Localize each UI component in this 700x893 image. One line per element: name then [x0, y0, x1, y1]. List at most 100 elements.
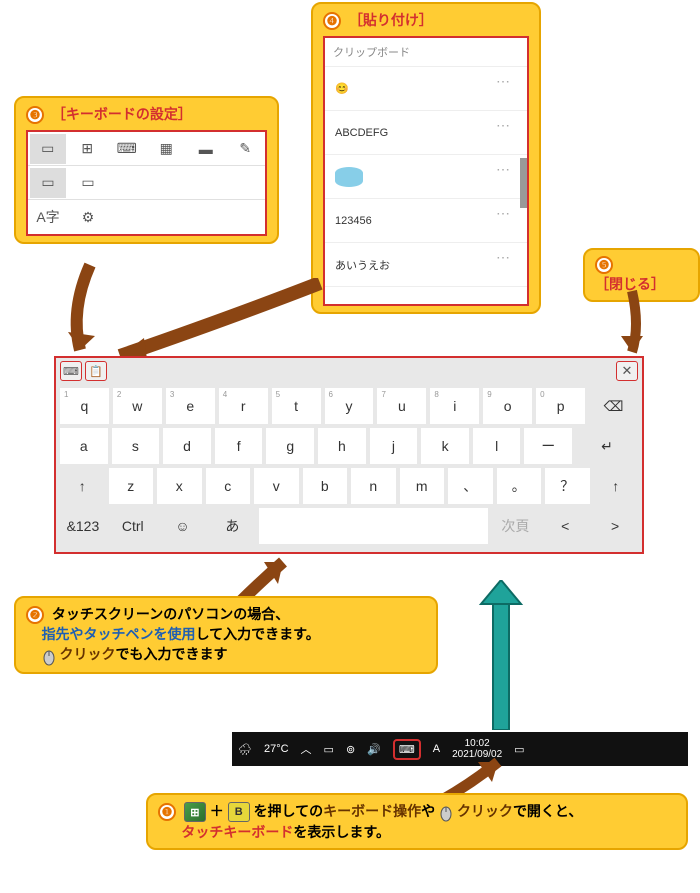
scrollbar[interactable]: [520, 158, 527, 208]
b-key-icon: B: [228, 802, 250, 822]
key-left[interactable]: <: [542, 508, 588, 544]
item-menu-icon[interactable]: ⋯: [496, 117, 511, 134]
key-u[interactable]: 7u: [377, 388, 426, 424]
clipboard-header: クリップボード: [325, 38, 527, 67]
key-m[interactable]: m: [400, 468, 445, 504]
clipboard-item[interactable]: ABCDEFG⋯: [325, 111, 527, 155]
key-shift[interactable]: ↑: [60, 468, 105, 504]
clipboard-item[interactable]: ⋯: [325, 155, 527, 199]
key-ー[interactable]: ー: [524, 428, 572, 464]
key-p[interactable]: 0p: [536, 388, 585, 424]
co2-click: クリック: [59, 646, 115, 662]
co1-t4: クリック: [457, 803, 513, 819]
co1-t3: や: [421, 803, 435, 819]
key-enter[interactable]: ↵: [576, 428, 638, 464]
key-j[interactable]: j: [370, 428, 418, 464]
touch-keyboard-taskbar-button[interactable]: ⌨: [387, 732, 427, 766]
key-kana[interactable]: あ: [209, 508, 255, 544]
key-v[interactable]: v: [254, 468, 299, 504]
callout-3-label: ［キーボードの設定］: [52, 106, 192, 122]
callout-paste: ❹ ［貼り付け］ クリップボード 😊⋯ ABCDEFG⋯ ⋯ 123456⋯ あ…: [311, 2, 541, 314]
dock-option-1[interactable]: ▭: [30, 168, 66, 198]
key-d[interactable]: d: [163, 428, 211, 464]
layout-option-2[interactable]: ⊞: [70, 134, 106, 164]
font-option[interactable]: A字: [30, 202, 66, 232]
key-t[interactable]: 5t: [272, 388, 321, 424]
co2-line1: タッチスクリーンのパソコンの場合、: [52, 606, 289, 622]
taskbar-temperature[interactable]: 27°C: [258, 732, 295, 766]
co1-t2: キーボード操作: [323, 803, 421, 819]
wifi-icon[interactable]: ⊚: [340, 732, 361, 766]
clipboard-item[interactable]: あいうえお⋯: [325, 243, 527, 287]
key-。[interactable]: 。: [497, 468, 542, 504]
key-q[interactable]: 1q: [60, 388, 109, 424]
badge-2: ❷: [26, 606, 44, 624]
key-h[interactable]: h: [318, 428, 366, 464]
clipboard-button[interactable]: 📋: [85, 361, 107, 381]
dock-option-2[interactable]: ▭: [70, 168, 106, 198]
co1-t6: タッチキーボード: [181, 824, 293, 840]
co1-t5: で開くと、: [513, 803, 582, 819]
key-e[interactable]: 3e: [166, 388, 215, 424]
key-c[interactable]: c: [206, 468, 251, 504]
key-emoji[interactable]: ☺: [160, 508, 206, 544]
key-i[interactable]: 8i: [430, 388, 479, 424]
layout-option-3[interactable]: ⌨: [109, 134, 145, 164]
badge-1: ❶: [158, 803, 176, 821]
key-w[interactable]: 2w: [113, 388, 162, 424]
arrow-5-to-close: [612, 286, 652, 362]
key-ctrl[interactable]: Ctrl: [110, 508, 156, 544]
item-menu-icon[interactable]: ⋯: [496, 205, 511, 222]
key-right[interactable]: >: [592, 508, 638, 544]
item-menu-icon[interactable]: ⋯: [496, 161, 511, 178]
badge-5: ❺: [595, 256, 613, 274]
mouse-icon: [42, 646, 56, 666]
key-g[interactable]: g: [266, 428, 314, 464]
key-y[interactable]: 6y: [325, 388, 374, 424]
key-b[interactable]: b: [303, 468, 348, 504]
key-l[interactable]: l: [473, 428, 521, 464]
battery-icon[interactable]: ▭: [318, 732, 340, 766]
layout-option-5[interactable]: ▬: [188, 134, 224, 164]
key-r[interactable]: 4r: [219, 388, 268, 424]
key-o[interactable]: 9o: [483, 388, 532, 424]
volume-icon[interactable]: 🔊: [361, 732, 387, 766]
weather-icon[interactable]: 🌧: [232, 732, 258, 766]
co2-line2-rest: して入力できます。: [196, 626, 320, 642]
key-z[interactable]: z: [109, 468, 154, 504]
badge-4: ❹: [323, 12, 341, 30]
clipboard-panel: クリップボード 😊⋯ ABCDEFG⋯ ⋯ 123456⋯ あいうえお⋯: [323, 36, 529, 306]
key-k[interactable]: k: [421, 428, 469, 464]
arrow-taskbar-to-kb: [476, 580, 526, 730]
key-x[interactable]: x: [157, 468, 202, 504]
key-next-page[interactable]: 次頁: [492, 508, 538, 544]
clipboard-item[interactable]: 😊⋯: [325, 67, 527, 111]
key-shift-right[interactable]: ↑: [594, 468, 639, 504]
clipboard-item[interactable]: 123456⋯: [325, 199, 527, 243]
co1-t7: を表示します。: [293, 824, 390, 840]
key-space[interactable]: [259, 508, 488, 544]
co2-highlight: 指先やタッチペンを使用: [42, 626, 196, 642]
key-f[interactable]: f: [215, 428, 263, 464]
key-backspace[interactable]: ⌫: [589, 388, 638, 424]
key-s[interactable]: s: [112, 428, 160, 464]
key-a[interactable]: a: [60, 428, 108, 464]
tray-chevron-icon[interactable]: ︿: [295, 732, 318, 766]
key-、[interactable]: 、: [448, 468, 493, 504]
layout-option-6[interactable]: ✎: [228, 134, 264, 164]
callout-4-label: ［貼り付け］: [349, 12, 433, 28]
co1-t1: を押しての: [254, 803, 324, 819]
key-symbols[interactable]: &123: [60, 508, 106, 544]
key-n[interactable]: n: [351, 468, 396, 504]
layout-option-4[interactable]: ▦: [149, 134, 185, 164]
item-menu-icon[interactable]: ⋯: [496, 73, 511, 90]
keyboard-settings-panel: ▭ ⊞ ⌨ ▦ ▬ ✎ ▭ ▭ A字 ⚙: [26, 130, 267, 236]
key-？[interactable]: ？: [545, 468, 590, 504]
keyboard-settings-button[interactable]: ⌨: [60, 361, 82, 381]
item-menu-icon[interactable]: ⋯: [496, 249, 511, 266]
settings-gear-icon[interactable]: ⚙: [70, 202, 106, 232]
taskbar-clock[interactable]: 10:02 2021/09/02: [446, 738, 508, 760]
layout-option-1[interactable]: ▭: [30, 134, 66, 164]
callout-keyboard-settings: ❸ ［キーボードの設定］ ▭ ⊞ ⌨ ▦ ▬ ✎ ▭ ▭ A字 ⚙: [14, 96, 279, 244]
close-button[interactable]: ✕: [616, 361, 638, 381]
